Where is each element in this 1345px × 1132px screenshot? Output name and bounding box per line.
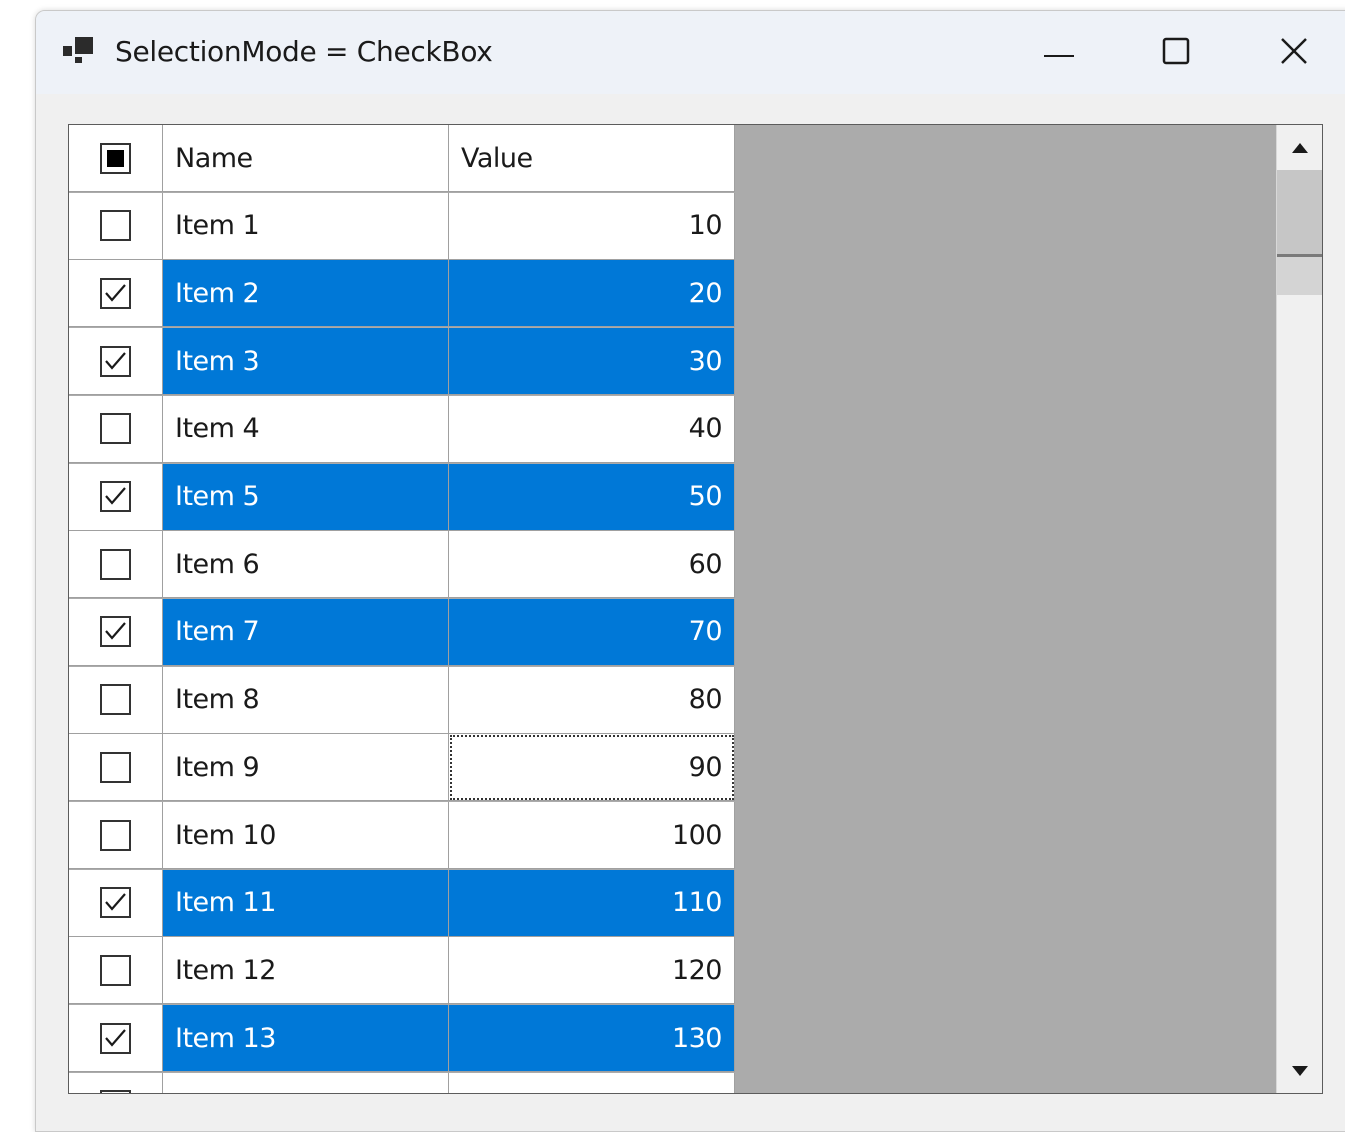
maximize-icon xyxy=(1162,37,1190,69)
indeterminate-icon xyxy=(107,149,124,167)
scroll-down-button[interactable] xyxy=(1277,1048,1322,1093)
row-checkbox[interactable] xyxy=(100,548,131,580)
arrow-up-icon xyxy=(1291,138,1308,157)
row-checkbox-cell[interactable] xyxy=(69,328,163,396)
row-checkbox-cell[interactable] xyxy=(69,734,163,802)
row-checkbox[interactable] xyxy=(100,481,131,512)
app-window-icon xyxy=(63,37,95,63)
cell-value[interactable]: 50 xyxy=(449,463,735,531)
row-checkbox[interactable] xyxy=(100,413,131,445)
cell-value[interactable]: 60 xyxy=(449,531,735,599)
cell-value[interactable]: 100 xyxy=(449,802,735,869)
row-checkbox-cell[interactable] xyxy=(69,1005,163,1073)
cell-value[interactable]: 110 xyxy=(449,869,735,937)
title-bar[interactable]: SelectionMode = CheckBox xyxy=(36,11,1345,94)
column-header-value[interactable]: Value xyxy=(449,125,735,192)
cell-name[interactable]: Item 6 xyxy=(163,531,449,599)
data-grid[interactable]: Name Value Item 1 10 Item 2 20 Item 3 30 Item … xyxy=(68,124,1323,1094)
cell-name[interactable]: Item 1 xyxy=(163,192,449,260)
scroll-up-button[interactable] xyxy=(1277,125,1322,170)
maximize-button[interactable] xyxy=(1121,11,1231,94)
checkmark-icon xyxy=(105,893,126,911)
checkmark-icon xyxy=(105,487,126,505)
cell-value[interactable]: 10 xyxy=(449,192,735,260)
cell-name[interactable]: Item 8 xyxy=(163,666,449,734)
scroll-thumb[interactable] xyxy=(1277,170,1322,257)
cell-name[interactable]: Item 13 xyxy=(163,1005,449,1073)
row-checkbox-cell[interactable] xyxy=(69,463,163,531)
row-checkbox[interactable] xyxy=(100,887,131,919)
cell-value[interactable]: 30 xyxy=(449,328,735,396)
row-checkbox[interactable] xyxy=(100,345,131,377)
column-header-name[interactable]: Name xyxy=(163,125,449,192)
cell-name[interactable]: Item 5 xyxy=(163,463,449,531)
row-checkbox[interactable] xyxy=(100,277,131,309)
row-checkbox-cell[interactable] xyxy=(69,869,163,937)
window-title: SelectionMode = CheckBox xyxy=(115,35,493,68)
cell-name[interactable]: Item 3 xyxy=(163,328,449,396)
row-checkbox[interactable] xyxy=(100,751,131,783)
close-icon xyxy=(1280,37,1308,69)
cell-value[interactable]: 120 xyxy=(449,937,735,1005)
cell-name[interactable] xyxy=(163,1072,449,1093)
row-checkbox-cell[interactable] xyxy=(69,666,163,734)
row-checkbox-cell[interactable] xyxy=(69,192,163,260)
cell-name[interactable]: Item 4 xyxy=(163,395,449,463)
cell-name[interactable]: Item 12 xyxy=(163,937,449,1005)
checkmark-icon xyxy=(105,1028,126,1047)
checkmark-icon xyxy=(105,351,126,370)
cell-name[interactable]: Item 2 xyxy=(163,260,449,328)
row-checkbox[interactable] xyxy=(100,1022,131,1054)
checkmark-icon xyxy=(105,284,126,302)
checkmark-icon xyxy=(105,622,126,641)
cell-value[interactable]: 80 xyxy=(449,666,735,734)
row-checkbox[interactable] xyxy=(100,616,131,648)
cell-value[interactable]: 130 xyxy=(449,1005,735,1073)
row-checkbox-cell[interactable] xyxy=(69,531,163,599)
select-all-checkbox[interactable] xyxy=(100,142,131,174)
row-checkbox-cell[interactable] xyxy=(69,1072,163,1093)
minimize-button[interactable] xyxy=(1004,11,1114,94)
cell-value[interactable] xyxy=(449,1072,735,1093)
cell-value[interactable]: 20 xyxy=(449,260,735,328)
row-checkbox-cell[interactable] xyxy=(69,260,163,328)
row-checkbox[interactable] xyxy=(100,954,131,986)
row-checkbox-cell[interactable] xyxy=(69,937,163,1005)
cell-value[interactable]: 40 xyxy=(449,395,735,463)
cell-value[interactable]: 70 xyxy=(449,598,735,666)
cell-value[interactable]: 90 xyxy=(449,734,735,802)
close-button[interactable] xyxy=(1239,11,1345,94)
main-window: SelectionMode = CheckBox Name Value Item… xyxy=(35,10,1345,1132)
row-checkbox-cell[interactable] xyxy=(69,802,163,869)
scroll-track-highlight xyxy=(1277,257,1322,295)
cell-name[interactable]: Item 10 xyxy=(163,802,449,869)
row-checkbox[interactable] xyxy=(100,684,131,716)
arrow-down-icon xyxy=(1291,1061,1308,1080)
row-checkbox[interactable] xyxy=(100,210,131,242)
row-checkbox-cell[interactable] xyxy=(69,598,163,666)
row-checkbox-cell[interactable] xyxy=(69,395,163,463)
row-checkbox[interactable] xyxy=(100,1090,131,1093)
select-all-header-cell[interactable] xyxy=(69,125,163,192)
minimize-icon xyxy=(1044,43,1074,62)
vertical-scrollbar[interactable] xyxy=(1276,125,1322,1093)
cell-name[interactable]: Item 7 xyxy=(163,598,449,666)
cell-name[interactable]: Item 11 xyxy=(163,869,449,937)
row-checkbox[interactable] xyxy=(100,819,131,851)
cell-name[interactable]: Item 9 xyxy=(163,734,449,802)
